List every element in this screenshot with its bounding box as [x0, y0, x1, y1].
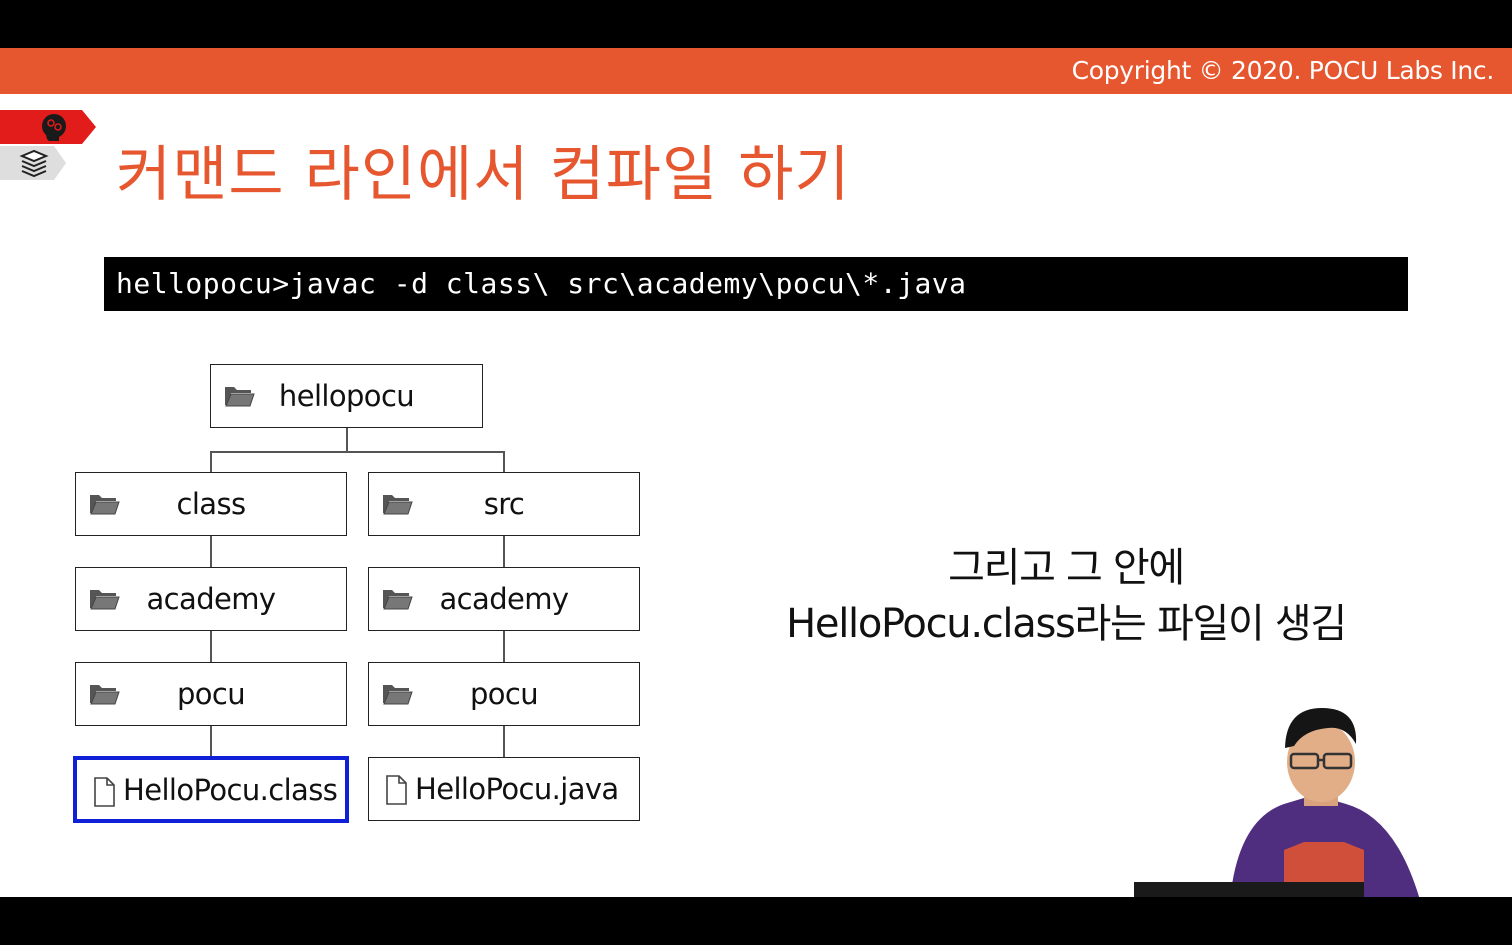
slide: Copyright © 2020. POCU Labs Inc. 커맨드 라인에… [0, 48, 1512, 897]
connector-right-drop [503, 451, 505, 473]
explanation-line-2: HelloPocu.class라는 파일이 생김 [786, 601, 1347, 647]
connector-left-drop [210, 451, 212, 473]
file-hellopocu-class: HelloPocu.class [73, 756, 349, 823]
connector-left-1 [210, 536, 212, 568]
folder-label: hellopocu [278, 379, 415, 413]
folder-label: academy [439, 582, 570, 616]
folder-pocu-left: pocu [75, 662, 347, 726]
folder-pocu-right: pocu [368, 662, 640, 726]
folder-label: pocu [176, 677, 246, 711]
slide-title: 커맨드 라인에서 컴파일 하기 [116, 140, 851, 210]
presenter-video [1134, 708, 1420, 897]
book-stack-icon [0, 146, 66, 180]
command-line: hellopocu>javac -d class\ src\academy\po… [104, 257, 1408, 311]
folder-label: academy [146, 582, 277, 616]
folder-src: src [368, 472, 640, 536]
copyright-text: Copyright © 2020. POCU Labs Inc. [1071, 56, 1495, 85]
file-label: HelloPocu.class [123, 772, 338, 807]
folder-label: src [483, 487, 525, 521]
connector-left-3 [210, 726, 212, 758]
connector-right-2 [503, 631, 505, 663]
folder-hellopocu: hellopocu [210, 364, 483, 428]
connector-horizontal [210, 451, 504, 453]
file-hellopocu-java: HelloPocu.java [368, 757, 640, 821]
header-bar: Copyright © 2020. POCU Labs Inc. [0, 48, 1512, 94]
folder-academy-right: academy [368, 567, 640, 631]
brain-head-icon [0, 110, 96, 144]
connector-root-down [346, 428, 348, 452]
folder-label: class [176, 487, 247, 521]
connector-right-3 [503, 726, 505, 758]
connector-right-1 [503, 536, 505, 568]
folder-class: class [75, 472, 347, 536]
letterbox-bottom [0, 897, 1512, 945]
folder-label: pocu [469, 677, 539, 711]
explanation-text: 그리고 그 안에 HelloPocu.class라는 파일이 생김 [760, 540, 1372, 652]
connector-left-2 [210, 631, 212, 663]
file-label: HelloPocu.java [415, 772, 619, 806]
folder-academy-left: academy [75, 567, 347, 631]
explanation-line-1: 그리고 그 안에 [948, 545, 1185, 591]
